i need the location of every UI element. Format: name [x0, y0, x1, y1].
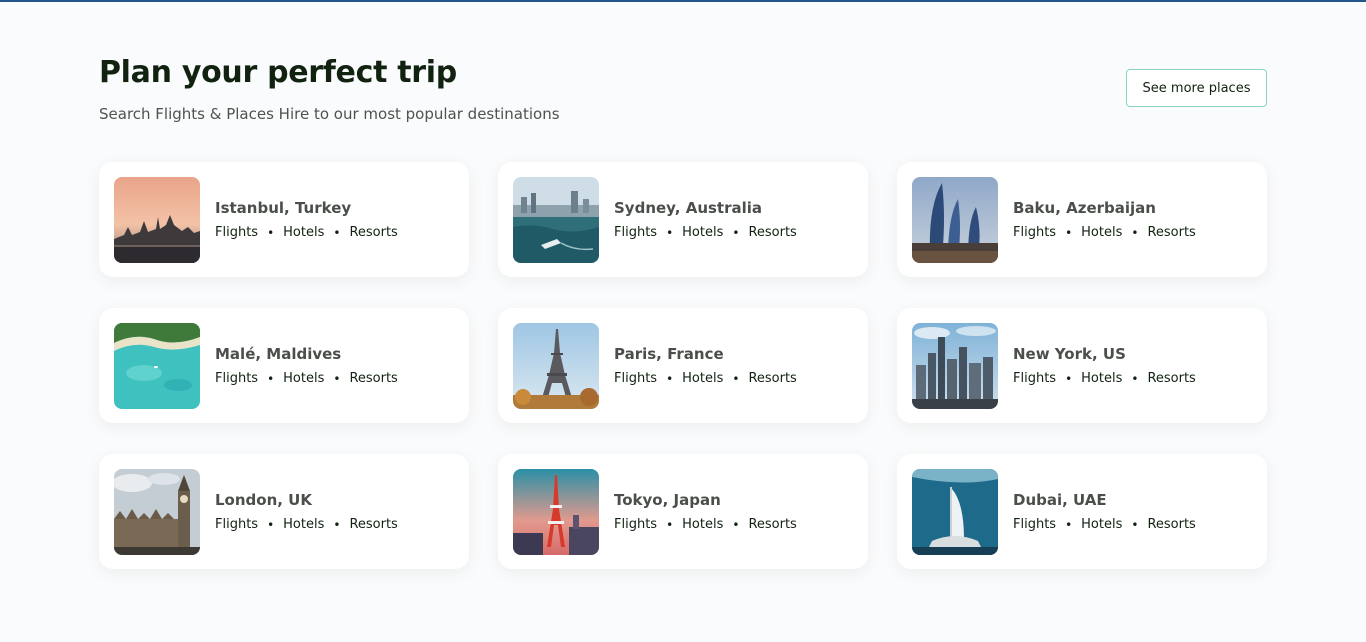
- service-resorts-link[interactable]: Resorts: [748, 224, 796, 242]
- burj-al-arab-illustration: [912, 468, 998, 555]
- maldives-lagoon-illustration: [114, 322, 200, 409]
- destination-services: Flights • Hotels • Resorts: [614, 370, 797, 388]
- service-hotels-link[interactable]: Hotels: [682, 516, 723, 534]
- service-hotels-link[interactable]: Hotels: [682, 224, 723, 242]
- sydney-harbour-illustration: [513, 176, 599, 263]
- service-resorts-link[interactable]: Resorts: [349, 224, 397, 242]
- destination-city: London, UK: [215, 490, 312, 509]
- service-resorts-link[interactable]: Resorts: [1147, 370, 1195, 388]
- destination-services: Flights • Hotels • Resorts: [215, 516, 398, 534]
- big-ben-illustration: [114, 468, 200, 555]
- tokyo-image: [513, 468, 599, 555]
- section-subtitle: Search Flights & Places Hire to our most…: [99, 105, 560, 123]
- service-flights-link[interactable]: Flights: [614, 224, 657, 242]
- separator-dot: •: [267, 517, 275, 532]
- separator-dot: •: [1065, 371, 1073, 386]
- baku-flame-towers-illustration: [912, 176, 998, 263]
- service-resorts-link[interactable]: Resorts: [1147, 224, 1195, 242]
- paris-image: [513, 322, 599, 409]
- separator-dot: •: [732, 371, 740, 386]
- separator-dot: •: [666, 371, 674, 386]
- destination-card-new-york[interactable]: New York, US Flights • Hotels • Resorts: [897, 308, 1267, 423]
- service-hotels-link[interactable]: Hotels: [283, 516, 324, 534]
- service-flights-link[interactable]: Flights: [1013, 224, 1056, 242]
- destination-card-baku[interactable]: Baku, Azerbaijan Flights • Hotels • Reso…: [897, 162, 1267, 277]
- separator-dot: •: [1065, 225, 1073, 240]
- destination-city: Dubai, UAE: [1013, 490, 1107, 509]
- tokyo-tower-illustration: [513, 468, 599, 555]
- separator-dot: •: [267, 225, 275, 240]
- service-flights-link[interactable]: Flights: [215, 516, 258, 534]
- service-flights-link[interactable]: Flights: [1013, 370, 1056, 388]
- separator-dot: •: [1131, 225, 1139, 240]
- destinations-grid: Istanbul, Turkey Flights • Hotels • Reso…: [99, 162, 1267, 569]
- sydney-image: [513, 176, 599, 263]
- destination-card-london[interactable]: London, UK Flights • Hotels • Resorts: [99, 454, 469, 569]
- eiffel-tower-illustration: [513, 322, 599, 409]
- destination-card-sydney[interactable]: Sydney, Australia Flights • Hotels • Res…: [498, 162, 868, 277]
- separator-dot: •: [333, 225, 341, 240]
- service-resorts-link[interactable]: Resorts: [349, 370, 397, 388]
- service-resorts-link[interactable]: Resorts: [748, 370, 796, 388]
- service-flights-link[interactable]: Flights: [215, 224, 258, 242]
- destination-services: Flights • Hotels • Resorts: [614, 516, 797, 534]
- separator-dot: •: [666, 517, 674, 532]
- destination-city: Istanbul, Turkey: [215, 198, 352, 217]
- service-flights-link[interactable]: Flights: [614, 370, 657, 388]
- destination-city: Malé, Maldives: [215, 344, 342, 363]
- service-resorts-link[interactable]: Resorts: [748, 516, 796, 534]
- service-resorts-link[interactable]: Resorts: [349, 516, 397, 534]
- service-hotels-link[interactable]: Hotels: [283, 370, 324, 388]
- service-resorts-link[interactable]: Resorts: [1147, 516, 1195, 534]
- destination-card-tokyo[interactable]: Tokyo, Japan Flights • Hotels • Resorts: [498, 454, 868, 569]
- istanbul-image: [114, 176, 200, 263]
- destination-services: Flights • Hotels • Resorts: [1013, 370, 1196, 388]
- destination-services: Flights • Hotels • Resorts: [1013, 516, 1196, 534]
- separator-dot: •: [732, 517, 740, 532]
- new-york-skyline-illustration: [912, 322, 998, 409]
- separator-dot: •: [333, 517, 341, 532]
- maldives-image: [114, 322, 200, 409]
- service-hotels-link[interactable]: Hotels: [1081, 370, 1122, 388]
- section-title: Plan your perfect trip: [99, 55, 457, 90]
- separator-dot: •: [666, 225, 674, 240]
- service-flights-link[interactable]: Flights: [614, 516, 657, 534]
- destination-city: Paris, France: [614, 344, 724, 363]
- separator-dot: •: [1065, 517, 1073, 532]
- baku-image: [912, 176, 998, 263]
- service-flights-link[interactable]: Flights: [1013, 516, 1056, 534]
- destination-card-dubai[interactable]: Dubai, UAE Flights • Hotels • Resorts: [897, 454, 1267, 569]
- destination-card-paris[interactable]: Paris, France Flights • Hotels • Resorts: [498, 308, 868, 423]
- separator-dot: •: [1131, 517, 1139, 532]
- destination-services: Flights • Hotels • Resorts: [215, 370, 398, 388]
- popular-destinations-section: Plan your perfect trip Search Flights & …: [99, 54, 1267, 569]
- destination-city: New York, US: [1013, 344, 1126, 363]
- separator-dot: •: [267, 371, 275, 386]
- new-york-image: [912, 322, 998, 409]
- separator-dot: •: [1131, 371, 1139, 386]
- section-header: Plan your perfect trip Search Flights & …: [99, 54, 1267, 162]
- destination-card-maldives[interactable]: Malé, Maldives Flights • Hotels • Resort…: [99, 308, 469, 423]
- service-hotels-link[interactable]: Hotels: [682, 370, 723, 388]
- istanbul-skyline-illustration: [114, 176, 200, 263]
- service-hotels-link[interactable]: Hotels: [283, 224, 324, 242]
- separator-dot: •: [333, 371, 341, 386]
- see-more-places-button[interactable]: See more places: [1126, 69, 1267, 107]
- destination-city: Baku, Azerbaijan: [1013, 198, 1156, 217]
- destination-city: Sydney, Australia: [614, 198, 763, 217]
- service-hotels-link[interactable]: Hotels: [1081, 516, 1122, 534]
- destination-city: Tokyo, Japan: [614, 490, 721, 509]
- destination-card-istanbul[interactable]: Istanbul, Turkey Flights • Hotels • Reso…: [99, 162, 469, 277]
- destination-services: Flights • Hotels • Resorts: [614, 224, 797, 242]
- service-hotels-link[interactable]: Hotels: [1081, 224, 1122, 242]
- london-image: [114, 468, 200, 555]
- destination-services: Flights • Hotels • Resorts: [1013, 224, 1196, 242]
- destination-services: Flights • Hotels • Resorts: [215, 224, 398, 242]
- separator-dot: •: [732, 225, 740, 240]
- service-flights-link[interactable]: Flights: [215, 370, 258, 388]
- dubai-image: [912, 468, 998, 555]
- top-border-line: [0, 0, 1366, 2]
